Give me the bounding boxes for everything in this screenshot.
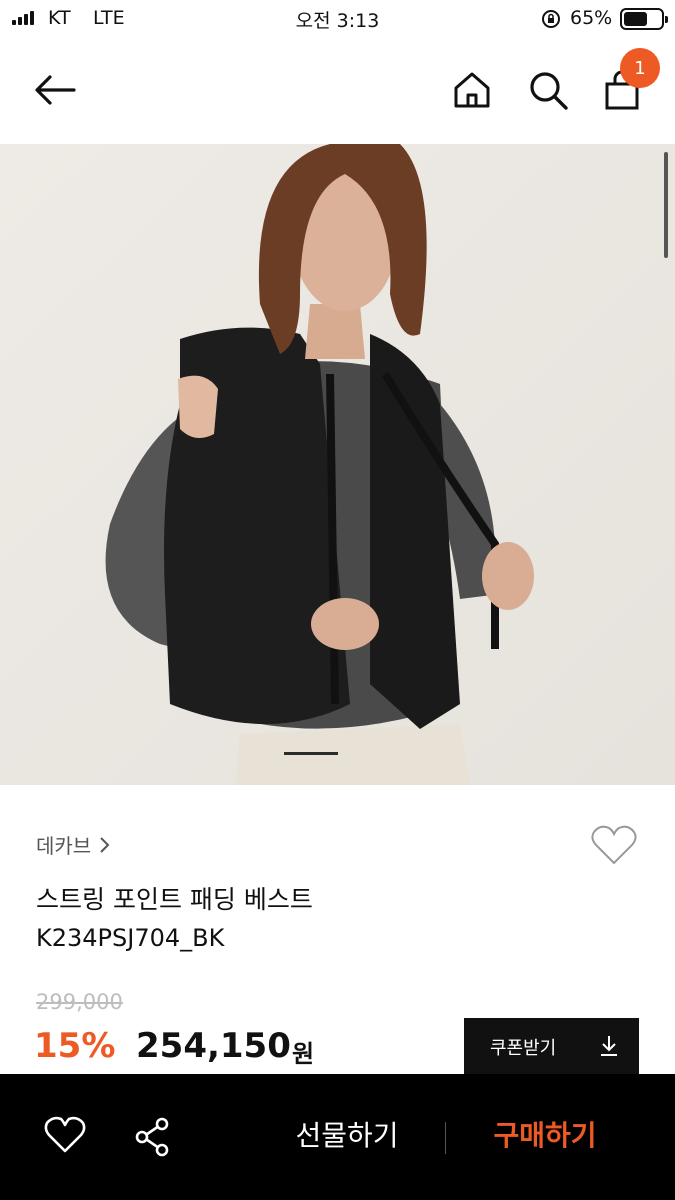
cart-count-badge[interactable]: 1 [620, 48, 660, 88]
share-icon[interactable] [132, 1116, 172, 1158]
battery-icon [620, 8, 668, 30]
home-icon[interactable] [450, 68, 494, 112]
download-icon [601, 1036, 617, 1056]
coupon-button[interactable]: 쿠폰받기 [464, 1018, 639, 1076]
rotation-lock-icon [542, 10, 560, 28]
product-photo [0, 144, 675, 785]
search-icon[interactable] [526, 68, 570, 112]
status-bar: KT LTE 오전 3:13 65% [0, 0, 675, 38]
battery-percent: 65% [570, 7, 613, 29]
chevron-right-icon [100, 836, 110, 853]
coupon-label: 쿠폰받기 [490, 1038, 557, 1059]
product-name: 스트링 포인트 패딩 베스트 [36, 885, 313, 914]
top-nav: 1 [0, 38, 675, 144]
slide-indicator [284, 752, 338, 755]
original-price: 299,000 [36, 990, 123, 1014]
image-scrollbar[interactable] [664, 152, 668, 258]
back-arrow-icon[interactable] [30, 68, 80, 112]
heart-icon[interactable] [44, 1116, 86, 1154]
product-image[interactable] [0, 144, 675, 785]
wishlist-heart-icon[interactable] [590, 824, 638, 866]
brand-link[interactable]: 데카브 [36, 830, 111, 859]
brand-name: 데카브 [36, 834, 92, 858]
product-code: K234PSJ704_BK [36, 924, 225, 952]
gift-button[interactable]: 선물하기 [262, 1114, 432, 1154]
button-divider [445, 1122, 446, 1154]
currency-unit: 원 [292, 1040, 315, 1068]
buy-button[interactable]: 구매하기 [460, 1114, 630, 1154]
bottom-action-bar: 선물하기 구매하기 [0, 1074, 675, 1200]
discount-rate: 15% [34, 1026, 116, 1066]
sale-price: 254,150 [136, 1026, 291, 1066]
